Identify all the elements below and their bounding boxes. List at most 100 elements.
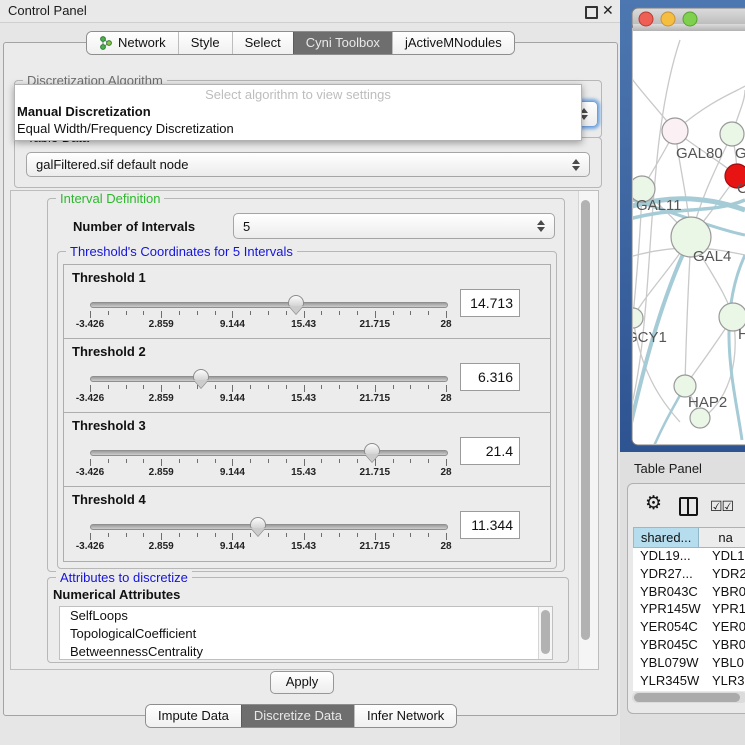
threshold-value-field[interactable]: 21.4 <box>460 437 520 465</box>
threshold-value-field[interactable]: 14.713 <box>460 289 520 317</box>
tab-network[interactable]: Network <box>87 32 178 54</box>
tick-mark <box>250 311 251 315</box>
minimize-light-icon[interactable] <box>661 12 675 26</box>
cell-name[interactable]: YLR3 <box>707 673 745 691</box>
tick-mark <box>304 459 305 466</box>
threshold-value-field[interactable]: 11.344 <box>460 511 520 539</box>
table-row[interactable]: YIL052CYIL0 <box>633 690 745 691</box>
tick-mark <box>321 385 322 389</box>
cell-name[interactable]: YBL0 <box>707 655 744 673</box>
tick-mark <box>108 385 109 389</box>
tick-mark <box>126 459 127 463</box>
tab-select[interactable]: Select <box>232 32 293 54</box>
tab-label: Discretize Data <box>254 708 342 723</box>
cell-name[interactable]: YBR0 <box>707 637 745 655</box>
tab-discretize-data[interactable]: Discretize Data <box>241 705 354 727</box>
cell-shared-name[interactable]: YBR043C <box>633 584 707 602</box>
network-node[interactable] <box>662 118 688 144</box>
tab-cyni-toolbox[interactable]: Cyni Toolbox <box>293 32 392 54</box>
network-node[interactable] <box>690 408 710 428</box>
apply-button[interactable]: Apply <box>270 671 334 694</box>
table-row[interactable]: YBR043CYBR0 <box>633 584 745 602</box>
table-row[interactable]: YER054CYER0 <box>633 619 745 637</box>
tick-mark <box>250 533 251 537</box>
tick-mark <box>410 533 411 537</box>
cell-shared-name[interactable]: YBL079W <box>633 655 707 673</box>
column-header-shared[interactable]: shared... <box>634 528 699 547</box>
cell-name[interactable]: YDR2 <box>707 566 745 584</box>
tab-style[interactable]: Style <box>178 32 232 54</box>
cell-shared-name[interactable]: YBR045C <box>633 637 707 655</box>
tick-mark <box>339 459 340 463</box>
tab-label: Infer Network <box>367 708 444 723</box>
tab-jactivemnodules[interactable]: jActiveMNodules <box>392 32 514 54</box>
checkboxes-icon[interactable]: ☑☑ <box>710 498 733 515</box>
node-table[interactable]: shared... na YDL19...YDL1YDR27...YDR2YBR… <box>633 527 745 693</box>
table-row[interactable]: YBR045CYBR0 <box>633 637 745 655</box>
axis-tick-label: 9.144 <box>220 319 245 330</box>
numerical-attributes-list[interactable]: SelfLoopsTopologicalCoefficientBetweenne… <box>59 606 553 660</box>
tick-mark <box>339 311 340 315</box>
cell-shared-name[interactable]: YLR345W <box>633 673 707 691</box>
tick-mark <box>286 459 287 463</box>
cell-name[interactable]: YIL0 <box>707 690 739 691</box>
slider-track[interactable] <box>90 524 448 530</box>
tick-mark <box>126 385 127 389</box>
cyni-mode-tabs: Impute Data Discretize Data Infer Network <box>145 704 457 728</box>
tick-mark <box>339 385 340 389</box>
cell-shared-name[interactable]: YDR27... <box>633 566 707 584</box>
attributes-list-scrollbar[interactable] <box>538 607 552 659</box>
close-icon[interactable]: ✕ <box>602 2 614 19</box>
table-row[interactable]: YPR145WYPR1 <box>633 601 745 619</box>
column-header-name[interactable]: na <box>699 528 745 547</box>
table-row[interactable]: YBL079WYBL0 <box>633 655 745 673</box>
axis-tick-label: -3.426 <box>76 541 104 552</box>
tab-label: Select <box>245 35 281 50</box>
dropdown-option-manual[interactable]: Manual Discretization <box>15 103 581 120</box>
tick-mark <box>215 311 216 315</box>
tick-mark <box>286 311 287 315</box>
tab-infer-network[interactable]: Infer Network <box>354 705 456 727</box>
cell-shared-name[interactable]: YER054C <box>633 619 707 637</box>
table-data-select[interactable]: galFiltered.sif default node <box>26 152 590 177</box>
network-node[interactable] <box>720 122 744 146</box>
tick-mark <box>143 385 144 389</box>
gear-icon[interactable]: ⚙ <box>645 492 662 515</box>
num-intervals-select[interactable]: 5 <box>233 213 555 239</box>
network-view[interactable]: GAL80GACGAL11GAL4GCY1HHAP2 <box>620 0 745 455</box>
float-window-icon[interactable] <box>585 6 598 19</box>
cell-shared-name[interactable]: YIL052C <box>633 690 707 691</box>
cell-shared-name[interactable]: YPR145W <box>633 601 707 619</box>
cell-name[interactable]: YDL1 <box>707 548 745 566</box>
cell-name[interactable]: YER0 <box>707 619 745 637</box>
table-row[interactable]: YLR345WYLR3 <box>633 673 745 691</box>
network-tab-icon <box>99 36 113 50</box>
attribute-item[interactable]: BetweennessCentrality <box>60 643 552 660</box>
split-columns-icon[interactable] <box>679 497 698 516</box>
slider-track[interactable] <box>90 376 448 382</box>
attribute-item[interactable]: SelfLoops <box>60 607 552 625</box>
table-horizontal-scrollbar[interactable] <box>632 692 745 703</box>
slider-track[interactable] <box>90 302 448 308</box>
cell-name[interactable]: YBR0 <box>707 584 745 602</box>
tick-mark <box>179 385 180 389</box>
axis-tick-label: 15.43 <box>291 319 316 330</box>
combo-stepper-icon <box>572 159 581 171</box>
tick-mark <box>428 311 429 315</box>
slider-track[interactable] <box>90 450 448 456</box>
cell-name[interactable]: YPR1 <box>707 601 745 619</box>
tick-mark <box>215 459 216 463</box>
tick-mark <box>304 311 305 318</box>
table-row[interactable]: YDR27...YDR2 <box>633 566 745 584</box>
table-row[interactable]: YDL19...YDL1 <box>633 548 745 566</box>
tab-impute-data[interactable]: Impute Data <box>146 705 241 727</box>
threshold-value-field[interactable]: 6.316 <box>460 363 520 391</box>
settings-scrollbar[interactable] <box>578 191 598 669</box>
settings-scrollbar-thumb[interactable] <box>581 200 590 640</box>
axis-tick-label: 15.43 <box>291 541 316 552</box>
dropdown-option-equal-width[interactable]: Equal Width/Frequency Discretization <box>15 120 581 137</box>
attribute-item[interactable]: TopologicalCoefficient <box>60 625 552 643</box>
zoom-light-icon[interactable] <box>683 12 697 26</box>
close-light-icon[interactable] <box>639 12 653 26</box>
cell-shared-name[interactable]: YDL19... <box>633 548 707 566</box>
